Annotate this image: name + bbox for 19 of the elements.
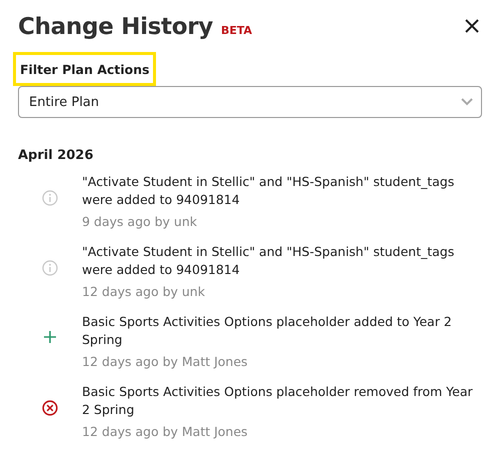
entry-meta: 9 days ago by unk (82, 213, 198, 231)
close-icon[interactable] (464, 18, 480, 34)
plus-icon (43, 330, 57, 344)
filter-label: Filter Plan Actions (13, 52, 156, 86)
entry-text: "Activate Student in Stellic" and "HS-Spanish" student_tags were added to 94091814 (82, 243, 456, 279)
info-icon (42, 260, 58, 276)
beta-label: BETA (220, 24, 252, 37)
entry-meta: 12 days ago by unk (82, 283, 206, 301)
chevron-down-icon (461, 98, 473, 106)
entry-text: Basic Sports Activities Options placeholder added to Year 2 Spring (82, 313, 453, 349)
entry-text: "Activate Student in Stellic" and "HS-Spanish" student_tags were added to 94091814 (82, 173, 456, 209)
month-heading: April 2026 (18, 148, 94, 163)
entry-text: Basic Sports Activities Options placeholder removed from Year 2 Spring (82, 383, 474, 419)
entry-meta: 12 days ago by Matt Jones (82, 353, 249, 371)
remove-icon (42, 400, 58, 416)
filter-dropdown[interactable]: Entire Plan (18, 86, 482, 118)
entry-meta: 12 days ago by Matt Jones (82, 423, 249, 441)
panel-title: Change History (18, 14, 213, 40)
info-icon (42, 190, 58, 206)
